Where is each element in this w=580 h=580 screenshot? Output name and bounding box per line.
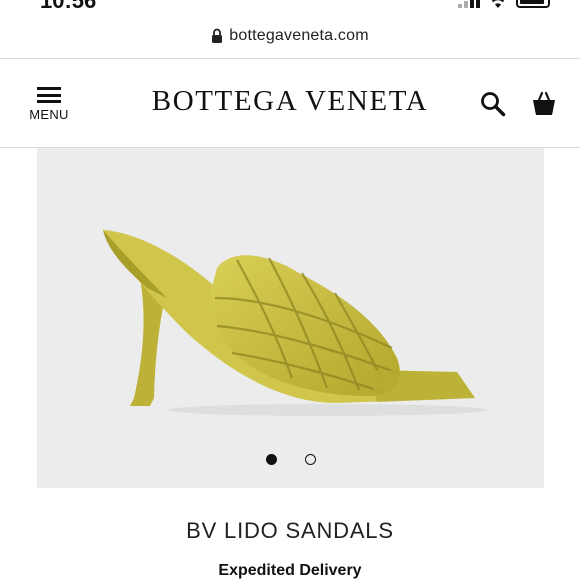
carousel-dots (37, 454, 544, 465)
signal-icon (458, 0, 480, 8)
status-time: 10:56 (40, 0, 97, 13)
sandal-illustration (103, 230, 487, 416)
carousel-dot-1[interactable] (265, 454, 277, 465)
product-name: BV LIDO SANDALS (186, 518, 394, 543)
status-indicators (458, 0, 550, 8)
brand-logo[interactable]: BOTTEGA VENETA (152, 85, 429, 117)
wifi-icon (491, 0, 505, 8)
url-text[interactable]: bottegaveneta.com (229, 27, 369, 45)
product-image[interactable] (37, 148, 544, 488)
site-header: MENU BOTTEGA VENETA (0, 59, 580, 147)
carousel-dot-2[interactable] (304, 454, 316, 465)
search-icon[interactable] (480, 91, 506, 117)
shopping-bag-icon[interactable] (532, 89, 556, 117)
address-bar[interactable]: bottegaveneta.com (0, 14, 580, 58)
status-bar: 10:56 (0, 0, 580, 14)
delivery-label: Expedited Delivery (218, 562, 362, 579)
battery-icon (516, 0, 550, 8)
lock-icon (212, 28, 223, 43)
